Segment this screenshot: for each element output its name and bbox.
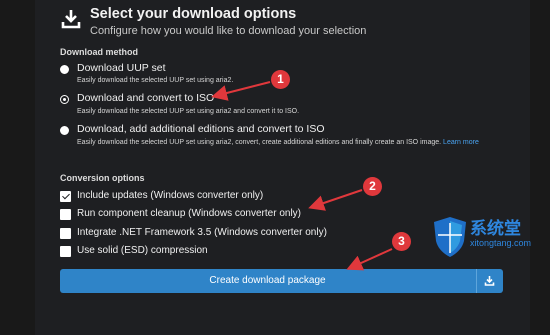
watermark-title: 系统堂 (470, 219, 521, 239)
annotation-badge-3: 3 (392, 232, 411, 251)
annotation-arrows (211, 81, 393, 271)
watermark-site: xitongtang.com (470, 238, 532, 248)
annotation-badge-1: 1 (271, 70, 290, 89)
annotation-arrow-2 (308, 189, 363, 211)
annotation-arrow-3 (346, 248, 393, 271)
annotation-arrow-1 (211, 81, 271, 101)
annotation-badge-2: 2 (363, 177, 382, 196)
